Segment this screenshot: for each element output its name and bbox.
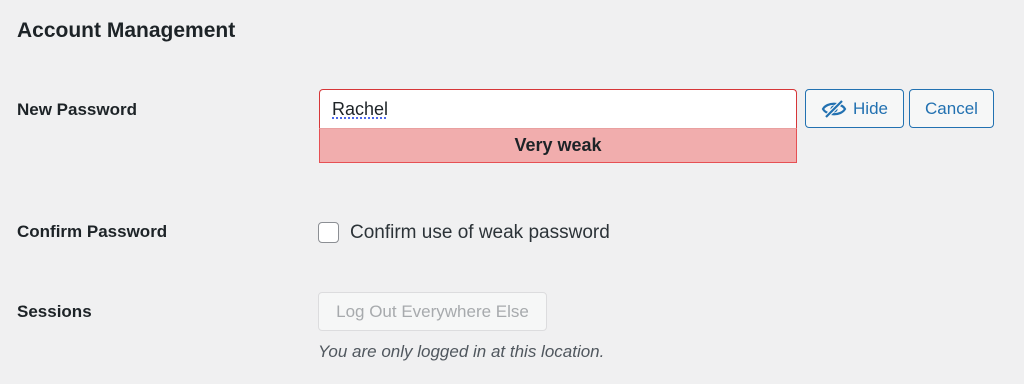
new-password-input[interactable] [319,89,797,128]
section-title: Account Management [17,19,236,42]
hide-password-button[interactable]: Hide [805,89,904,128]
confirm-weak-password-label[interactable]: Confirm use of weak password [350,222,610,244]
sessions-label: Sessions [17,302,92,321]
password-strength-meter: Very weak [319,128,797,163]
confirm-password-label: Confirm Password [17,222,168,241]
hide-button-label: Hide [853,98,888,118]
eye-slash-icon [821,98,847,119]
confirm-weak-password-checkbox[interactable] [318,222,339,243]
cancel-button[interactable]: Cancel [909,89,994,128]
new-password-label: New Password [17,100,137,119]
sessions-description: You are only logged in at this location. [318,342,605,361]
log-out-everywhere-button[interactable]: Log Out Everywhere Else [318,292,547,331]
